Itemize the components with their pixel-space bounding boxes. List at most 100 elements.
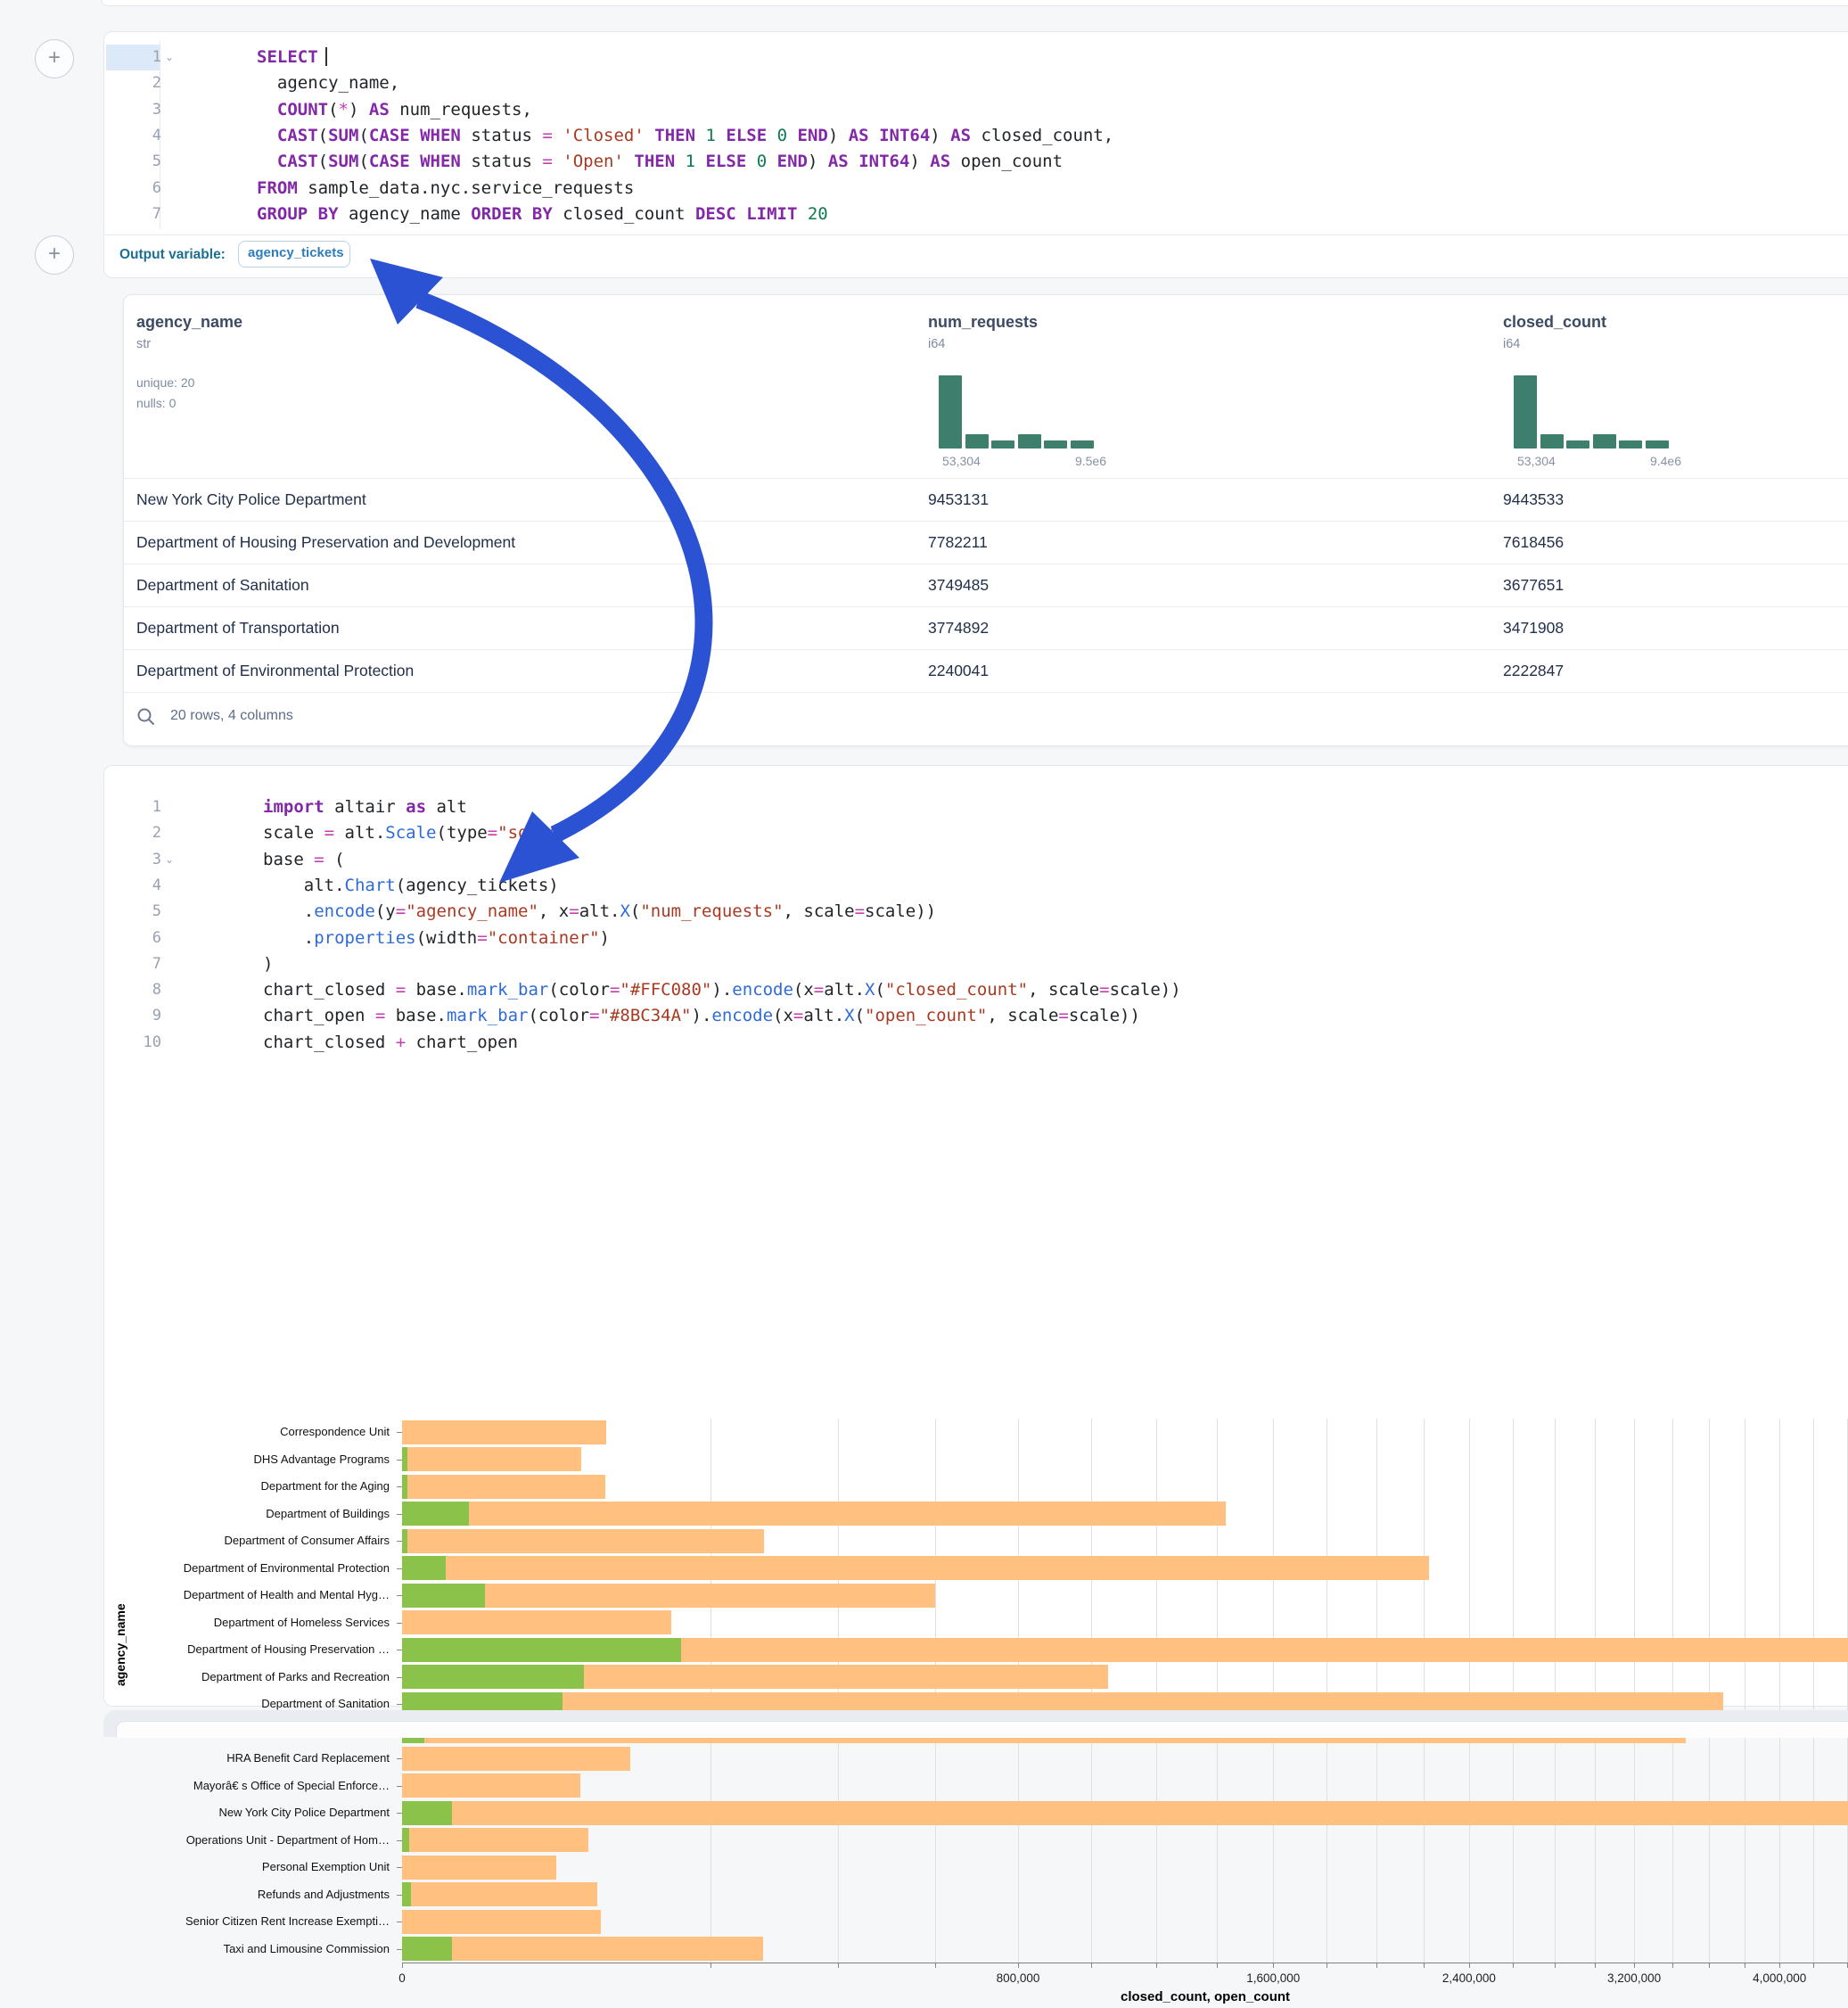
histogram-bin <box>1540 434 1564 449</box>
closed-count-bar <box>402 1910 601 1934</box>
y-axis-category-label: New York City Police Department <box>219 1806 390 1819</box>
x-axis-tick <box>1672 1963 1673 1968</box>
table-row: Department of Sanitation37494853677651 <box>124 564 1848 606</box>
table-cell: 3749485 <box>928 576 989 595</box>
gridline <box>1634 1419 1635 1963</box>
histogram-bin <box>1044 440 1067 449</box>
sql-editor[interactable]: 1⌄234567 SELECT agency_name, COUNT(*) AS… <box>104 32 1848 235</box>
x-axis-tick-label: 3,200,000 <box>1607 1971 1661 1985</box>
line-number: 9 <box>104 1003 161 1029</box>
line-number: 10 <box>104 1030 161 1056</box>
y-axis-category-label: Personal Exemption Unit <box>262 1860 390 1873</box>
closed-count-bar <box>402 1447 581 1471</box>
column-stat-nulls: nulls: 0 <box>136 396 242 410</box>
column-stat-unique: unique: 20 <box>136 375 242 390</box>
histogram-bin <box>1018 434 1041 449</box>
python-cell-card: 123⌄45678910 import altair as altscale =… <box>103 765 1848 1707</box>
line-number: 5 <box>104 899 161 925</box>
column-header-closed-count[interactable]: closed_count i64 <box>1503 313 1606 351</box>
gridline <box>1156 1419 1157 1963</box>
open-count-bar <box>402 1584 485 1608</box>
line-number: 1 <box>104 794 161 820</box>
line-number: 4 <box>104 123 161 149</box>
column-header-agency-name[interactable]: agency_name str unique: 20 nulls: 0 <box>136 313 242 410</box>
python-editor[interactable]: 123⌄45678910 import altair as altscale =… <box>104 766 1848 1080</box>
table-row: Department of Environmental Protection22… <box>124 649 1848 692</box>
table-cell: Department of Sanitation <box>136 576 309 595</box>
table-cell: 3471908 <box>1503 619 1564 638</box>
table-cell: 9453131 <box>928 490 989 509</box>
x-axis-tick <box>935 1963 936 1968</box>
gridline <box>1273 1419 1274 1963</box>
table-footer: 20 rows, 4 columns <box>124 692 1848 746</box>
search-icon[interactable] <box>136 707 156 727</box>
y-axis-category-label: Taxi and Limousine Commission <box>224 1942 390 1955</box>
code-line: agency_name, <box>257 70 399 96</box>
table-body: New York City Police Department945313194… <box>124 478 1848 692</box>
closed-count-bar <box>402 1828 588 1852</box>
histogram-bin <box>991 440 1014 449</box>
histogram-bin <box>1646 440 1669 449</box>
histogram-bin <box>1566 440 1589 449</box>
table-row: Department of Housing Preservation and D… <box>124 521 1848 564</box>
fold-chevron-icon[interactable]: ⌄ <box>165 45 174 70</box>
gridline <box>1779 1419 1780 1963</box>
y-axis-category-label: Refunds and Adjustments <box>258 1888 390 1901</box>
x-axis-tick <box>1513 1963 1514 1968</box>
table-cell: 7618456 <box>1503 533 1564 552</box>
chart-output: Correspondence UnitDHS Advantage Program… <box>104 1080 1848 1706</box>
open-count-bar <box>402 1556 446 1580</box>
code-line: scale = alt.Scale(type="sqrt") <box>263 820 569 846</box>
x-axis-tick-label: 800,000 <box>997 1971 1040 1985</box>
histogram-min-label: 53,304 <box>942 454 981 468</box>
closed-count-bar <box>402 1420 606 1444</box>
gridline <box>1813 1419 1814 1963</box>
y-axis-category-label: HRA Benefit Card Replacement <box>226 1751 390 1765</box>
table-cell: 3774892 <box>928 619 989 638</box>
code-line: alt.Chart(agency_tickets) <box>263 873 559 899</box>
gridline <box>838 1419 839 1963</box>
x-axis-tick <box>1326 1963 1327 1968</box>
open-count-bar <box>402 1882 411 1906</box>
y-axis-category-label: Mayorâ€ s Office of Special Enforce… <box>193 1779 390 1792</box>
add-cell-button-mid[interactable]: + <box>35 235 74 275</box>
code-line: .encode(y="agency_name", x=alt.X("num_re… <box>263 899 936 925</box>
x-axis-tick <box>1091 1963 1092 1968</box>
x-axis-tick <box>1555 1963 1556 1968</box>
code-line: chart_closed = base.mark_bar(color="#FFC… <box>263 977 1181 1003</box>
sql-cell-card: 1⌄234567 SELECT agency_name, COUNT(*) AS… <box>103 31 1848 278</box>
column-header-num-requests[interactable]: num_requests i64 <box>928 313 1038 351</box>
line-number: 7 <box>104 202 161 227</box>
gridline <box>1469 1419 1470 1963</box>
code-line: base = ( <box>263 847 345 873</box>
row-count-status: 20 rows, 4 columns <box>170 708 293 724</box>
next-cell-inner <box>116 1721 1848 1738</box>
fold-chevron-icon[interactable]: ⌄ <box>165 847 174 873</box>
y-axis-category-label: Department of Health and Mental Hyg… <box>184 1588 390 1601</box>
line-number: 6 <box>104 926 161 951</box>
gridline <box>1376 1419 1377 1963</box>
y-axis-category-label: Department of Sanitation <box>261 1697 390 1710</box>
gridline <box>1672 1419 1673 1963</box>
line-number: 4 <box>104 873 161 899</box>
open-count-bar <box>402 1447 407 1471</box>
column-name: num_requests <box>928 313 1038 332</box>
x-axis-tick <box>1595 1963 1596 1968</box>
y-axis-category-label: Correspondence Unit <box>280 1425 390 1438</box>
column-type: str <box>136 337 242 351</box>
x-axis-tick <box>838 1963 839 1968</box>
histogram-bin <box>1619 440 1642 449</box>
code-line: CAST(SUM(CASE WHEN status = 'Closed' THE… <box>257 123 1113 149</box>
closed-count-bar <box>402 1937 763 1961</box>
code-line: FROM sample_data.nyc.service_requests <box>257 176 634 202</box>
chart-y-axis-title: agency_name <box>113 1603 127 1686</box>
line-number: 3 <box>104 847 161 873</box>
closed-count-bar <box>402 1882 597 1906</box>
table-cell: 9443533 <box>1503 490 1564 509</box>
output-variable-pill[interactable]: agency_tickets <box>238 241 350 267</box>
output-variable-label: Output variable: <box>119 247 226 263</box>
histogram-closed-count: 53,3049.4e6 <box>1514 375 1676 466</box>
add-cell-button-top[interactable]: + <box>35 39 74 78</box>
table-row: Department of Transportation377489234719… <box>124 606 1848 649</box>
line-number: 3 <box>104 97 161 123</box>
